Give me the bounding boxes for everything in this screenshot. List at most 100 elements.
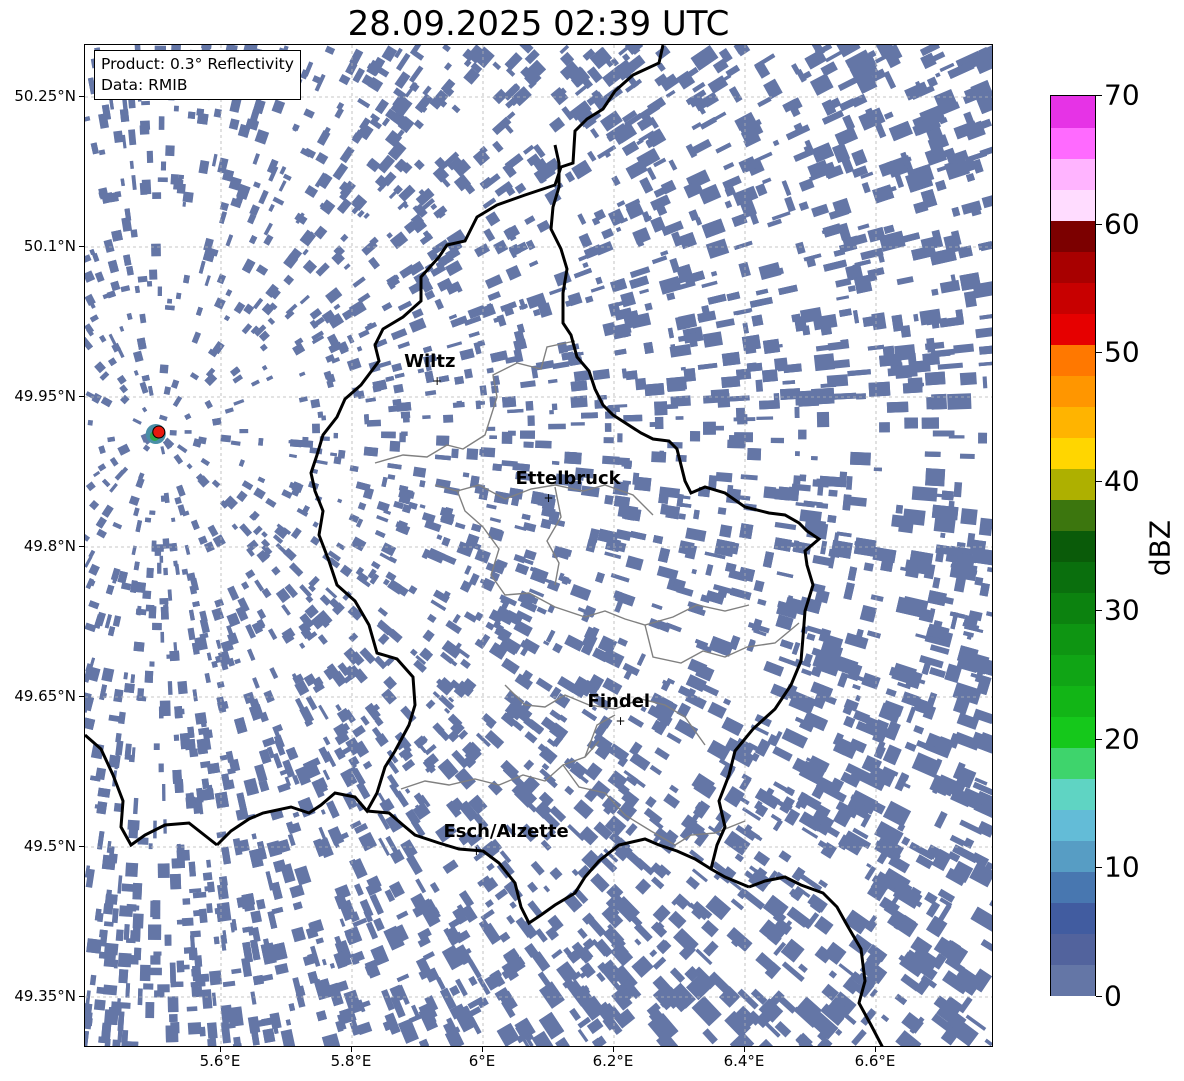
echo-cell (811, 456, 818, 461)
echo-cell (201, 989, 213, 1009)
echo-cell (221, 773, 231, 791)
echo-cell (573, 799, 594, 820)
echo-cell (360, 715, 370, 726)
echo-cell (267, 910, 278, 929)
echo-cell (113, 802, 122, 813)
map-canvas: ++++ (85, 45, 992, 1046)
echo-cell (261, 531, 268, 538)
echo-cell (318, 704, 329, 720)
echo-cell (109, 456, 119, 467)
colorbar-segment (1051, 871, 1095, 903)
echo-cell (585, 538, 597, 553)
echo-cell (163, 567, 168, 576)
echo-cell (245, 569, 256, 579)
echo-cell (835, 277, 852, 288)
echo-cell (155, 544, 164, 552)
echo-cell (394, 790, 409, 808)
echo-cell (755, 1038, 774, 1046)
echo-cell (176, 960, 185, 973)
echo-cell (564, 634, 585, 652)
echo-cell (753, 579, 765, 593)
echo-cell (852, 683, 861, 691)
echo-cell (85, 532, 91, 542)
echo-cell (129, 160, 134, 169)
echo-cell (199, 618, 210, 634)
echo-cell (639, 288, 650, 295)
echo-cell (173, 454, 184, 465)
echo-cell (978, 118, 992, 130)
echo-cell (489, 435, 497, 440)
echo-cell (729, 587, 752, 601)
echo-cell (126, 312, 133, 321)
echo-cell (164, 934, 172, 946)
echo-cell (85, 1016, 93, 1027)
lat-tick-label: 49.5°N (23, 837, 76, 855)
echo-cell (982, 376, 988, 389)
echo-cell (909, 360, 931, 373)
echo-cell (740, 474, 758, 481)
echo-cell (184, 413, 192, 421)
echo-cell (95, 516, 107, 529)
echo-cell (506, 111, 516, 120)
echo-cell (851, 149, 868, 167)
echo-cell (331, 251, 345, 265)
echo-cell (832, 392, 857, 400)
echo-cell (262, 736, 276, 748)
echo-cell (85, 270, 96, 283)
echo-cell (371, 560, 381, 570)
echo-cell (504, 52, 523, 71)
echo-cell (567, 451, 577, 462)
echo-cell (261, 538, 271, 548)
echo-cell (551, 460, 560, 465)
echo-cell (781, 727, 808, 749)
colorbar-segment (1051, 840, 1095, 872)
echo-cell (577, 213, 587, 226)
echo-cell (289, 884, 305, 899)
echo-cell (663, 793, 680, 809)
echo-cell (89, 974, 97, 986)
echo-cell (717, 507, 727, 515)
echo-cell (170, 379, 180, 389)
echo-cell (514, 182, 527, 195)
echo-cell (519, 430, 536, 439)
echo-cell (304, 184, 319, 198)
echo-cell (486, 862, 495, 872)
echo-cell (530, 860, 545, 876)
echo-cell (303, 108, 315, 119)
echo-cell (513, 338, 528, 351)
echo-cell (283, 173, 292, 181)
radar-map[interactable]: + + + + (84, 44, 993, 1047)
lon-tick-mark (482, 1047, 483, 1052)
echo-cell (173, 734, 180, 741)
echo-cell (857, 223, 870, 231)
echo-cell (719, 524, 733, 538)
echo-cell (263, 222, 273, 236)
echo-cell (836, 295, 850, 301)
echo-cell (426, 547, 446, 564)
echo-cell (336, 542, 346, 551)
echo-cell (128, 129, 137, 146)
echo-cell (507, 408, 524, 414)
echo-cell (252, 677, 260, 689)
echo-cell (501, 396, 517, 408)
echo-cell (132, 913, 144, 929)
echo-cell (644, 383, 665, 397)
echo-cell (670, 967, 686, 983)
echo-cell (525, 400, 534, 411)
echo-cell (847, 285, 856, 293)
echo-cell (96, 986, 105, 995)
echo-cell (733, 307, 753, 316)
echo-cell (241, 480, 254, 491)
echo-cell (816, 411, 830, 428)
echo-cell (870, 594, 884, 602)
echo-cell (207, 881, 215, 893)
echo-cell (302, 259, 317, 274)
echo-cell (163, 386, 172, 396)
echo-cell (153, 951, 162, 956)
echo-cell (173, 179, 184, 190)
echo-cell (631, 955, 654, 978)
echo-cell (105, 893, 118, 905)
colorbar-label: dBZ (1143, 519, 1177, 577)
echo-cell (610, 573, 630, 583)
echo-cell (485, 621, 495, 631)
